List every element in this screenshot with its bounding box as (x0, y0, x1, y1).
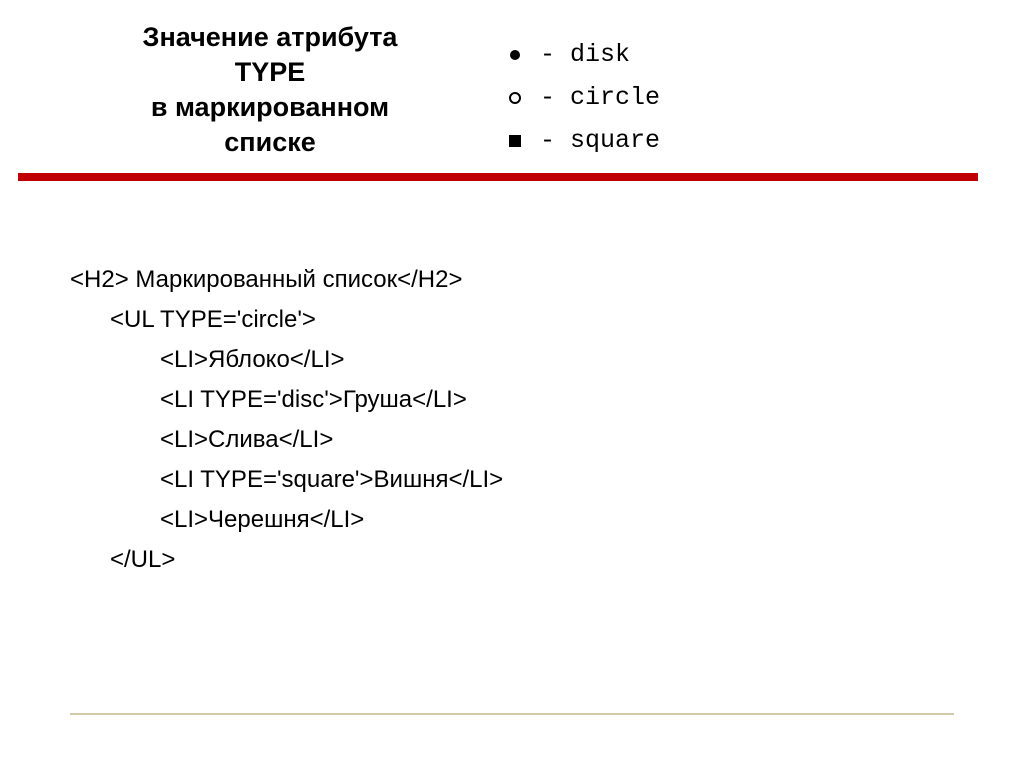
code-line-li-1: <LI>Яблоко</LI> (70, 346, 1024, 374)
bullet-label-square: - square (540, 126, 660, 155)
title-line-4: списке (224, 127, 315, 157)
title-line-2: TYPE (235, 57, 306, 87)
code-line-ul-open: <UL TYPE='circle'> (70, 306, 1024, 334)
red-divider (18, 173, 978, 181)
code-line-ul-close: </UL> (70, 546, 1024, 574)
header-section: Значение атрибута TYPE в маркированном с… (0, 0, 1024, 169)
title-line-3: в маркированном (151, 92, 389, 122)
bullet-type-square: - square (490, 126, 660, 155)
code-line-li-4: <LI TYPE='square'>Вишня</LI> (70, 466, 1024, 494)
code-line-h2: <H2> Маркированный список</H2> (70, 266, 1024, 294)
disc-icon (490, 50, 540, 60)
square-icon (490, 135, 540, 147)
code-line-li-3: <LI>Слива</LI> (70, 426, 1024, 454)
bullet-type-disk: - disk (490, 40, 660, 69)
code-line-li-5: <LI>Черешня</LI> (70, 506, 1024, 534)
code-line-li-2: <LI TYPE='disc'>Груша</LI> (70, 386, 1024, 414)
title-line-1: Значение атрибута (143, 22, 398, 52)
bullet-label-disk: - disk (540, 40, 630, 69)
slide-title: Значение атрибута TYPE в маркированном с… (70, 20, 470, 160)
code-example: <H2> Маркированный список</H2> <UL TYPE=… (0, 181, 1024, 574)
bottom-divider (70, 713, 954, 715)
bullet-type-circle: - circle (490, 83, 660, 112)
circle-icon (490, 92, 540, 104)
title-block: Значение атрибута TYPE в маркированном с… (0, 20, 490, 169)
bullet-types-list: - disk - circle - square (490, 20, 660, 169)
bullet-label-circle: - circle (540, 83, 660, 112)
